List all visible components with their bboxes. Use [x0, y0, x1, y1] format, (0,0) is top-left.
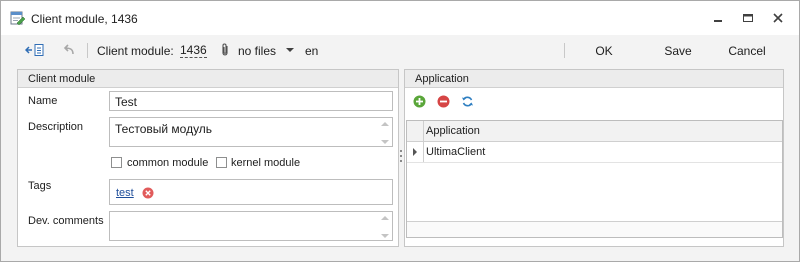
- dev-comments-scrollbar[interactable]: [380, 214, 390, 240]
- language-selector[interactable]: en: [305, 44, 318, 58]
- description-field[interactable]: Тестовый модуль: [109, 117, 393, 147]
- attachment-icon[interactable]: [219, 42, 231, 58]
- remove-icon[interactable]: [437, 95, 450, 108]
- chevron-down-icon[interactable]: [286, 48, 294, 54]
- description-label: Description: [28, 121, 84, 133]
- module-edit-icon: [10, 11, 26, 26]
- current-row-icon: [413, 148, 417, 156]
- common-module-checkbox[interactable]: [111, 157, 122, 168]
- scroll-down-icon[interactable]: [380, 232, 390, 240]
- save-button[interactable]: Save: [657, 44, 699, 58]
- remove-tag-icon[interactable]: [142, 187, 154, 199]
- application-header: Application: [405, 70, 783, 88]
- undo-icon[interactable]: [61, 42, 75, 58]
- cancel-button[interactable]: Cancel: [722, 44, 772, 58]
- entity-label: Client module:: [97, 44, 174, 58]
- entity-id[interactable]: 1436: [180, 44, 207, 58]
- title-bar: Client module, 1436: [1, 1, 799, 35]
- row-indicator[interactable]: [407, 142, 424, 162]
- scroll-up-icon[interactable]: [380, 120, 390, 128]
- tags-field[interactable]: test: [109, 179, 393, 205]
- window-title: Client module, 1436: [31, 12, 138, 26]
- add-icon[interactable]: [413, 95, 426, 108]
- row-indicator-header: [407, 121, 424, 141]
- application-grid: Application UltimaClient: [406, 120, 783, 238]
- client-module-header: Client module: [18, 70, 398, 88]
- grid-header: Application: [407, 121, 782, 142]
- close-icon[interactable]: [770, 10, 786, 26]
- table-row[interactable]: UltimaClient: [407, 142, 782, 163]
- splitter-handle[interactable]: [399, 149, 403, 163]
- toolbar: Client module: 1436 no files en OK Save …: [1, 35, 799, 66]
- scroll-down-icon[interactable]: [380, 138, 390, 146]
- toolbar-separator: [564, 43, 565, 58]
- description-value: Тестовый модуль: [115, 122, 213, 136]
- refresh-icon[interactable]: [461, 95, 474, 108]
- name-field[interactable]: Test: [109, 91, 393, 111]
- grid-footer: [407, 221, 782, 237]
- name-label: Name: [28, 95, 58, 107]
- kernel-module-label: kernel module: [231, 157, 301, 169]
- name-value: Test: [115, 95, 138, 109]
- tags-label: Tags: [28, 180, 52, 192]
- kernel-module-checkbox[interactable]: [216, 157, 227, 168]
- tag-link[interactable]: test: [116, 187, 134, 199]
- navigate-to-list-icon[interactable]: [25, 42, 45, 58]
- dev-comments-field[interactable]: [109, 211, 393, 241]
- toolbar-separator: [87, 43, 88, 58]
- description-scrollbar[interactable]: [380, 120, 390, 146]
- minimize-icon[interactable]: [710, 10, 726, 26]
- common-module-label: common module: [127, 157, 209, 169]
- scroll-up-icon[interactable]: [380, 214, 390, 222]
- files-label[interactable]: no files: [238, 44, 276, 58]
- column-header-application[interactable]: Application: [426, 125, 480, 137]
- ok-button[interactable]: OK: [585, 44, 623, 58]
- maximize-icon[interactable]: [740, 10, 756, 26]
- table-cell[interactable]: UltimaClient: [426, 146, 485, 158]
- client-module-window: Client module, 1436 Client module: 1436: [0, 0, 800, 262]
- dev-comments-label: Dev. comments: [28, 215, 104, 227]
